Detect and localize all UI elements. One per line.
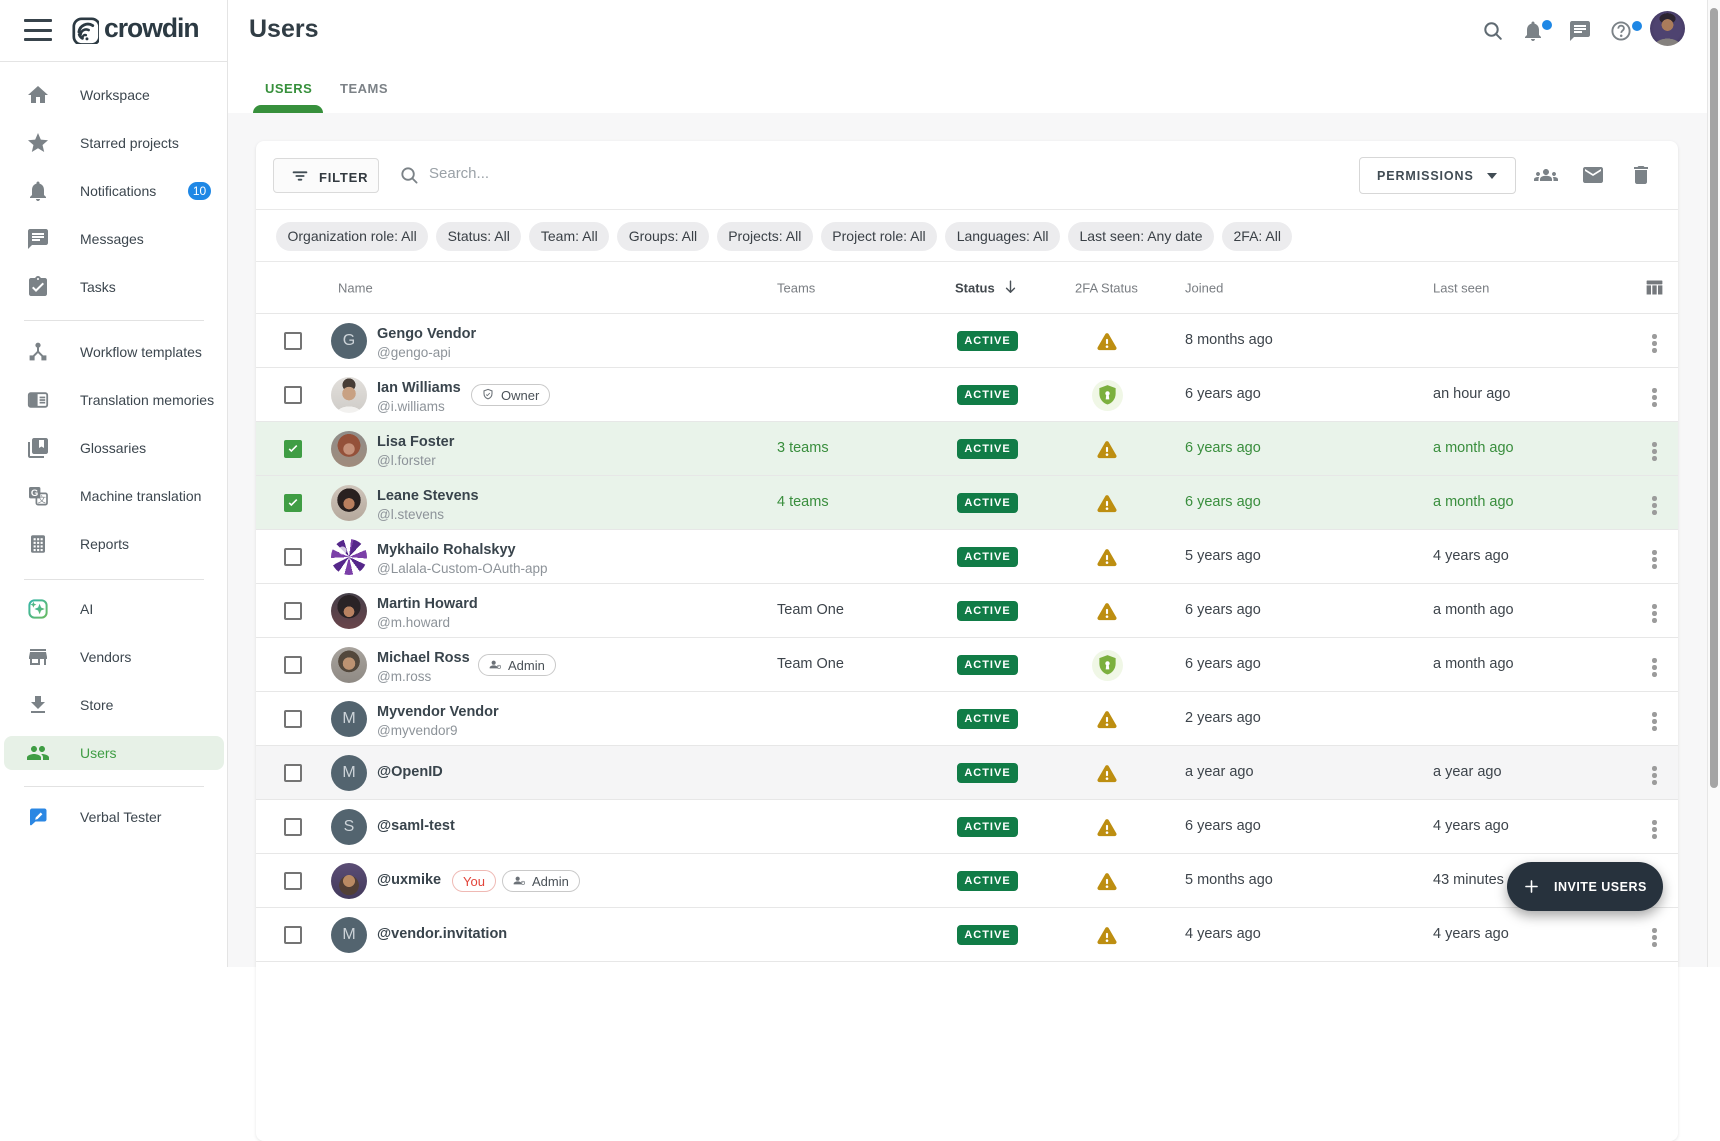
svg-text:G: G [31,488,38,499]
